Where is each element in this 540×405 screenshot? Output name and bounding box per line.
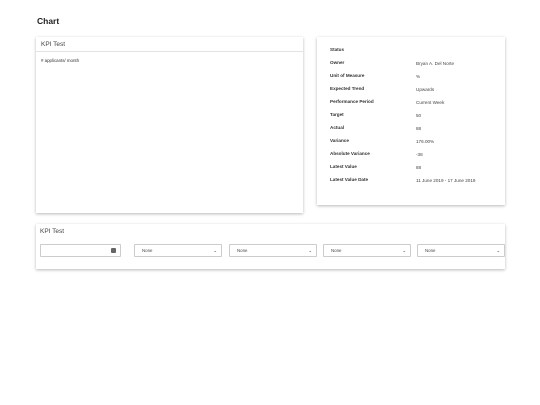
date-range-input[interactable] — [40, 244, 121, 257]
select-value: None — [425, 248, 436, 253]
detail-value: -38 — [416, 152, 423, 157]
chevron-down-icon: ⌄ — [402, 248, 406, 253]
detail-label: Latest Value Date — [330, 177, 369, 182]
detail-value: 88 — [416, 126, 422, 131]
detail-label: Variance — [330, 138, 349, 143]
filter-panel-title: KPI Test — [40, 228, 65, 235]
select-value: None — [331, 248, 342, 253]
detail-label: Latest Value — [330, 164, 357, 169]
select-value: None — [142, 248, 153, 253]
detail-value: 176.00% — [416, 139, 435, 144]
chevron-down-icon: ⌄ — [213, 248, 217, 253]
filter-select-4[interactable]: None ⌄ — [417, 244, 505, 257]
chart-panel-title: KPI Test — [41, 41, 66, 48]
detail-value: 11 June 2019 - 17 June 2019 — [416, 178, 476, 183]
detail-label: Absolute Variance — [330, 151, 370, 156]
chart-panel: KPI Test # applicants/ month — [36, 37, 303, 213]
detail-value: Current Week — [416, 100, 445, 105]
filter-panel: KPI Test None ⌄ None ⌄ None ⌄ None ⌄ — [36, 224, 505, 269]
detail-value: Bryan A. Del Norte — [416, 61, 455, 66]
detail-value: 88 — [416, 165, 422, 170]
chart-series-label: # applicants/ month — [41, 58, 80, 63]
detail-label: Status — [330, 47, 345, 52]
filter-select-3[interactable]: None ⌄ — [323, 244, 411, 257]
kpi-details-panel: Status Owner Bryan A. Del Norte Unit of … — [317, 37, 505, 205]
detail-value: Upwards — [416, 87, 435, 92]
detail-label: Owner — [330, 60, 345, 65]
select-value: None — [237, 248, 248, 253]
chart-panel-divider — [36, 51, 303, 52]
filter-select-1[interactable]: None ⌄ — [134, 244, 222, 257]
chevron-down-icon: ⌄ — [496, 248, 500, 253]
detail-value: 50 — [416, 113, 422, 118]
detail-label: Expected Trend — [330, 86, 365, 91]
detail-label: Target — [330, 112, 344, 117]
calendar-icon[interactable] — [111, 248, 116, 253]
page-title: Chart — [37, 16, 60, 26]
filter-select-2[interactable]: None ⌄ — [229, 244, 317, 257]
detail-value: % — [416, 74, 421, 79]
detail-label: Actual — [330, 125, 345, 130]
detail-label: Unit of Measure — [330, 73, 365, 78]
chevron-down-icon: ⌄ — [308, 248, 312, 253]
detail-label: Performance Period — [330, 99, 374, 104]
